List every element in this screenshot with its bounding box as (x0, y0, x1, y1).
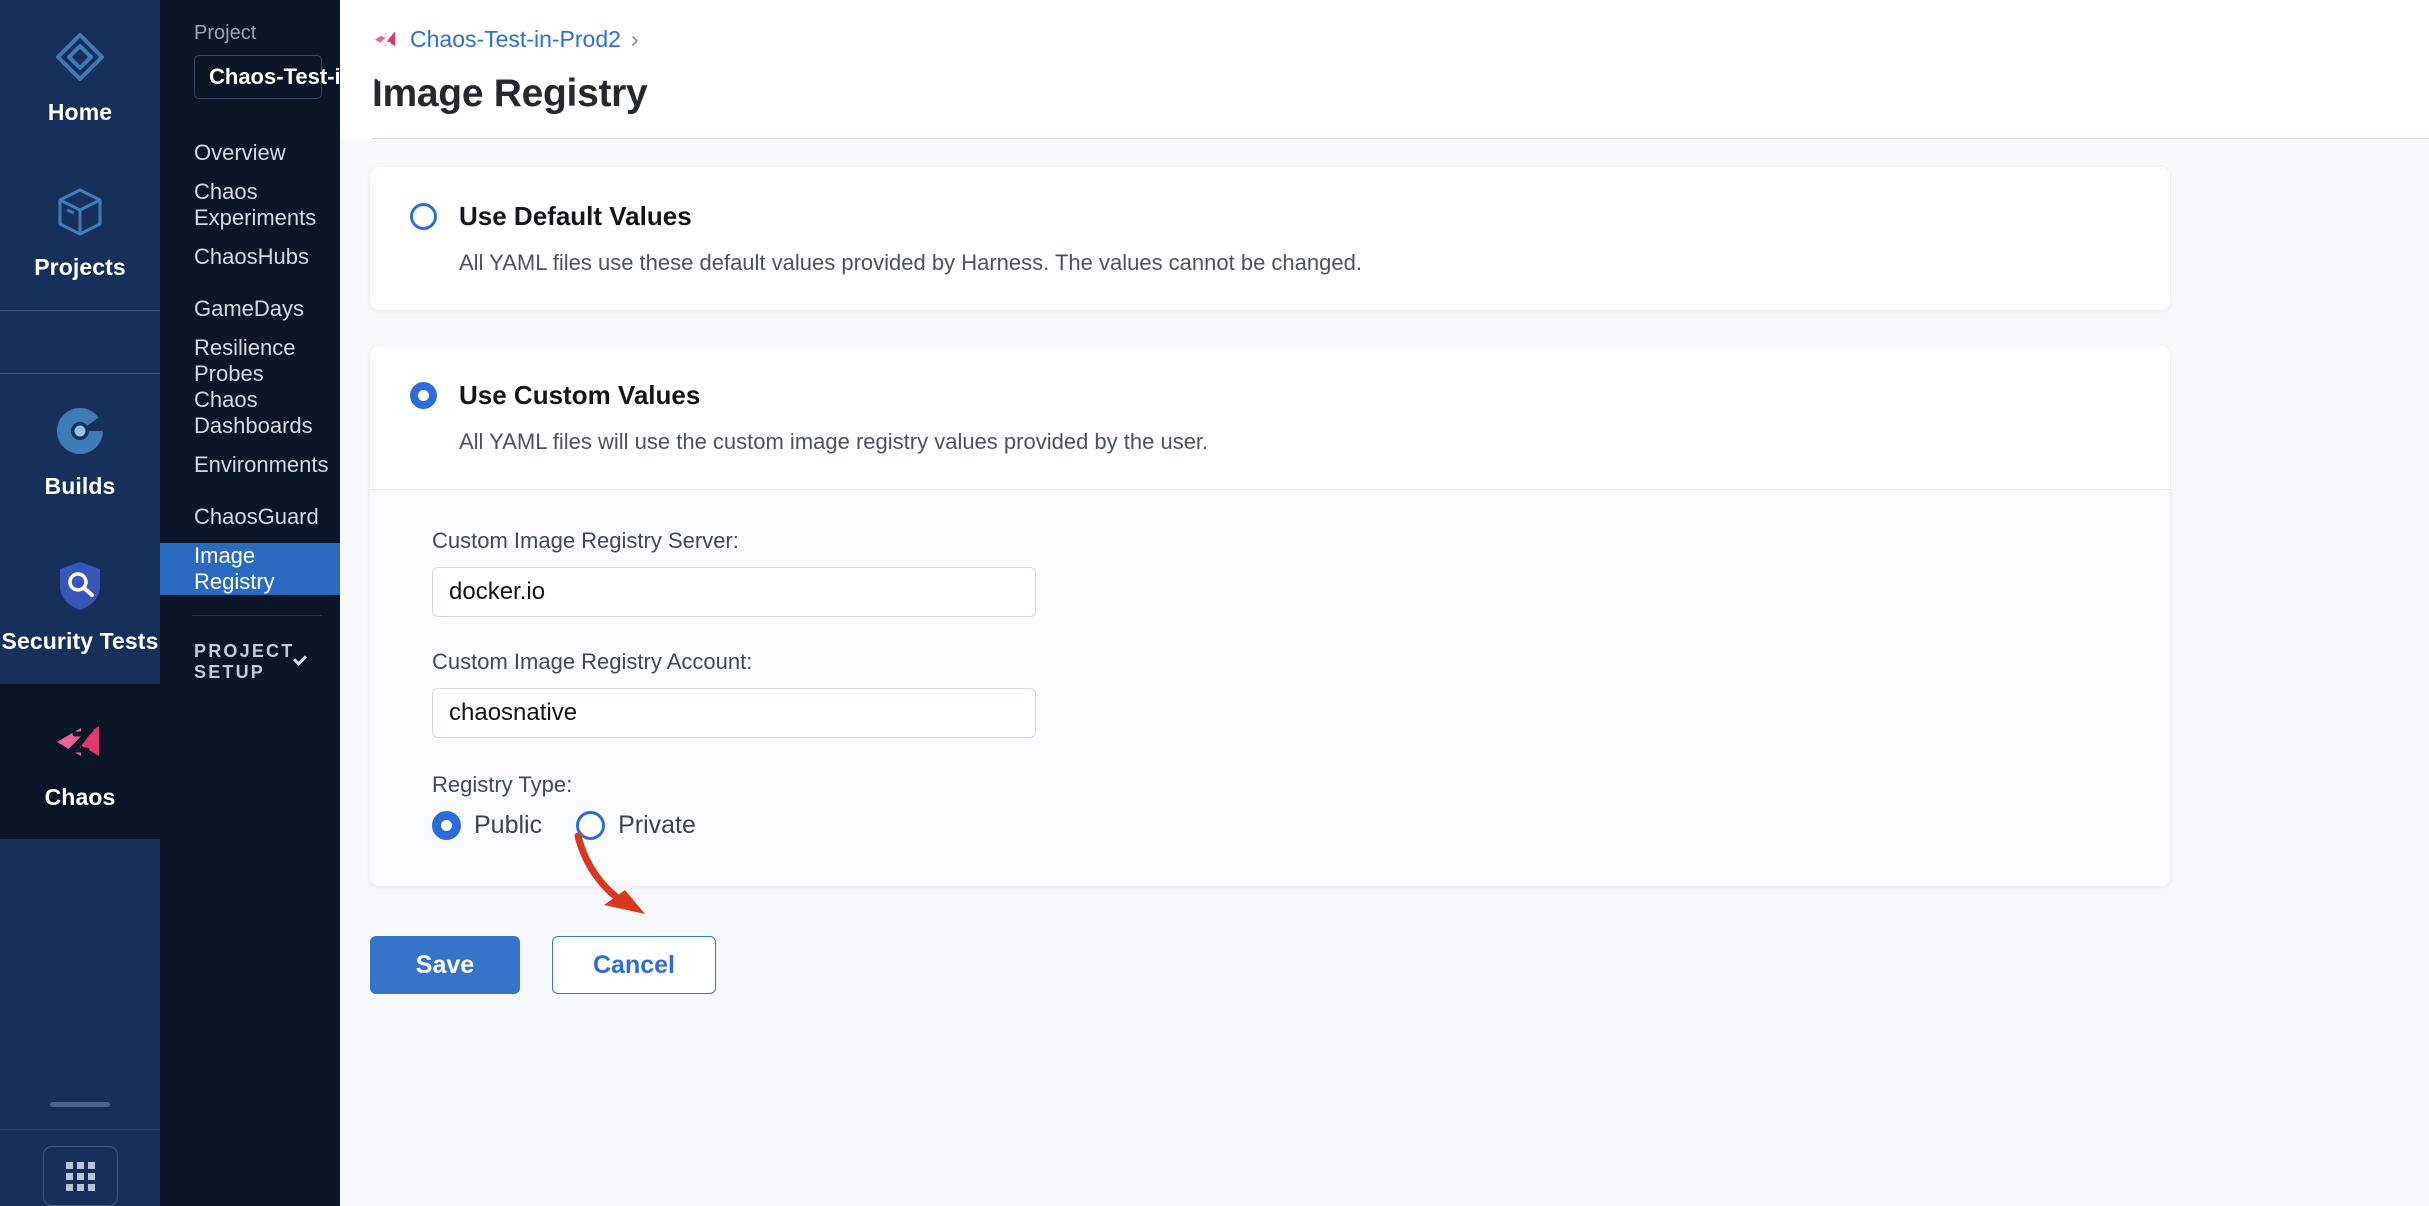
use-default-values-radio[interactable] (410, 203, 437, 230)
custom-values-option-row[interactable]: Use Custom Values (410, 380, 2170, 411)
use-custom-values-title: Use Custom Values (459, 380, 700, 411)
sidebar-item-chaos-experiments[interactable]: Chaos Experiments (160, 179, 340, 231)
project-nav: Overview Chaos Experiments ChaosHubs Gam… (160, 127, 340, 595)
rail-resize-handle[interactable] (50, 1102, 110, 1107)
sidebar-divider (192, 615, 322, 616)
home-diamond-icon (52, 29, 108, 85)
sidebar-section-label: PROJECT SETUP (194, 641, 296, 683)
shield-search-icon (52, 558, 108, 614)
rail-item-label: Projects (34, 254, 126, 281)
sidebar-item-label: Overview (194, 140, 286, 166)
use-default-values-description: All YAML files use these default values … (459, 250, 2170, 276)
use-custom-values-card[interactable]: Use Custom Values All YAML files will us… (370, 346, 2170, 886)
rail-item-chaos[interactable]: Chaos (0, 684, 160, 839)
registry-type-public-label: Public (474, 811, 542, 840)
rail-item-label: Builds (45, 473, 116, 500)
sidebar-item-label: Environments (194, 452, 329, 478)
form-actions: Save Cancel (370, 936, 2429, 994)
registry-server-field-group: Custom Image Registry Server: (432, 528, 2170, 617)
page-header: Chaos-Test-in-Prod2 › Image Registry (340, 0, 2429, 139)
rail-item-label: Security Tests (2, 628, 159, 655)
sidebar-item-label: ChaosGuard (194, 504, 319, 530)
sidebar-item-resilience-probes[interactable]: Resilience Probes (160, 335, 340, 387)
registry-server-input[interactable] (432, 567, 1036, 617)
rail-bottom-section (0, 1074, 160, 1206)
use-default-values-card[interactable]: Use Default Values All YAML files use th… (370, 167, 2170, 310)
settings-content: Use Default Values All YAML files use th… (340, 139, 2429, 1206)
sidebar-item-chaoshubs[interactable]: ChaosHubs (160, 231, 340, 283)
sidebar-item-label: ChaosHubs (194, 244, 309, 270)
registry-type-public-option[interactable]: Public (432, 811, 542, 840)
sidebar-section-project-setup[interactable]: PROJECT SETUP (160, 642, 340, 682)
registry-account-label: Custom Image Registry Account: (432, 649, 2170, 675)
registry-type-private-option[interactable]: Private (576, 811, 696, 840)
sidebar-item-label: Image Registry (194, 543, 340, 595)
registry-type-label: Registry Type: (432, 772, 2170, 798)
sidebar-item-label: Resilience Probes (194, 335, 340, 387)
registry-account-input[interactable] (432, 688, 1036, 738)
sidebar-item-label: Chaos Experiments (194, 179, 340, 231)
registry-server-label: Custom Image Registry Server: (432, 528, 2170, 554)
breadcrumb-project-link[interactable]: Chaos-Test-in-Prod2 (410, 26, 621, 53)
rail-collapse-button[interactable] (0, 311, 160, 373)
rail-item-security-tests[interactable]: Security Tests (0, 529, 160, 684)
use-default-values-title: Use Default Values (459, 201, 692, 232)
project-sidebar: Project Chaos-Test-in... Overview Chaos … (160, 0, 340, 1206)
project-selector[interactable]: Chaos-Test-in... (194, 55, 322, 99)
card-header: Use Custom Values All YAML files will us… (370, 346, 2170, 489)
app-root: Home Projects (0, 0, 2429, 1206)
main-content: Chaos-Test-in-Prod2 › Image Registry Use… (340, 0, 2429, 1206)
sidebar-item-environments[interactable]: Environments (160, 439, 340, 491)
rail-item-home[interactable]: Home (0, 0, 160, 155)
use-custom-values-description: All YAML files will use the custom image… (459, 429, 2170, 455)
registry-account-field-group: Custom Image Registry Account: (432, 649, 2170, 738)
harness-chaos-icon (51, 712, 109, 770)
registry-type-options: Public Private (432, 811, 2170, 840)
default-values-option-row[interactable]: Use Default Values (410, 201, 2170, 232)
builds-icon (52, 403, 108, 459)
apps-grid-icon (66, 1162, 95, 1191)
harness-chaos-icon (372, 25, 400, 53)
save-button[interactable]: Save (370, 936, 520, 994)
cube-icon (52, 184, 108, 240)
module-rail: Home Projects (0, 0, 160, 1206)
registry-type-public-radio[interactable] (432, 811, 461, 840)
sidebar-item-gamedays[interactable]: GameDays (160, 283, 340, 335)
breadcrumb-separator-icon: › (631, 26, 639, 53)
rail-divider (0, 1129, 160, 1130)
rail-item-label: Home (48, 99, 112, 126)
sidebar-item-label: Chaos Dashboards (194, 387, 340, 439)
sidebar-item-chaos-dashboards[interactable]: Chaos Dashboards (160, 387, 340, 439)
apps-grid-button[interactable] (43, 1146, 118, 1206)
project-section-label: Project (160, 22, 340, 55)
custom-values-form: Custom Image Registry Server: Custom Ima… (370, 489, 2170, 886)
sidebar-item-image-registry[interactable]: Image Registry (160, 543, 340, 595)
registry-type-private-radio[interactable] (576, 811, 605, 840)
sidebar-item-label: GameDays (194, 296, 304, 322)
breadcrumb: Chaos-Test-in-Prod2 › (372, 22, 2429, 56)
project-selector-name: Chaos-Test-in... (209, 64, 372, 90)
page-title: Image Registry (372, 72, 2429, 116)
rail-item-projects[interactable]: Projects (0, 155, 160, 310)
registry-type-private-label: Private (618, 811, 696, 840)
use-custom-values-radio[interactable] (410, 382, 437, 409)
rail-item-builds[interactable]: Builds (0, 374, 160, 529)
card-header: Use Default Values All YAML files use th… (370, 167, 2170, 310)
sidebar-item-overview[interactable]: Overview (160, 127, 340, 179)
cancel-button[interactable]: Cancel (552, 936, 716, 994)
sidebar-item-chaosguard[interactable]: ChaosGuard (160, 491, 340, 543)
rail-item-label: Chaos (45, 784, 116, 811)
